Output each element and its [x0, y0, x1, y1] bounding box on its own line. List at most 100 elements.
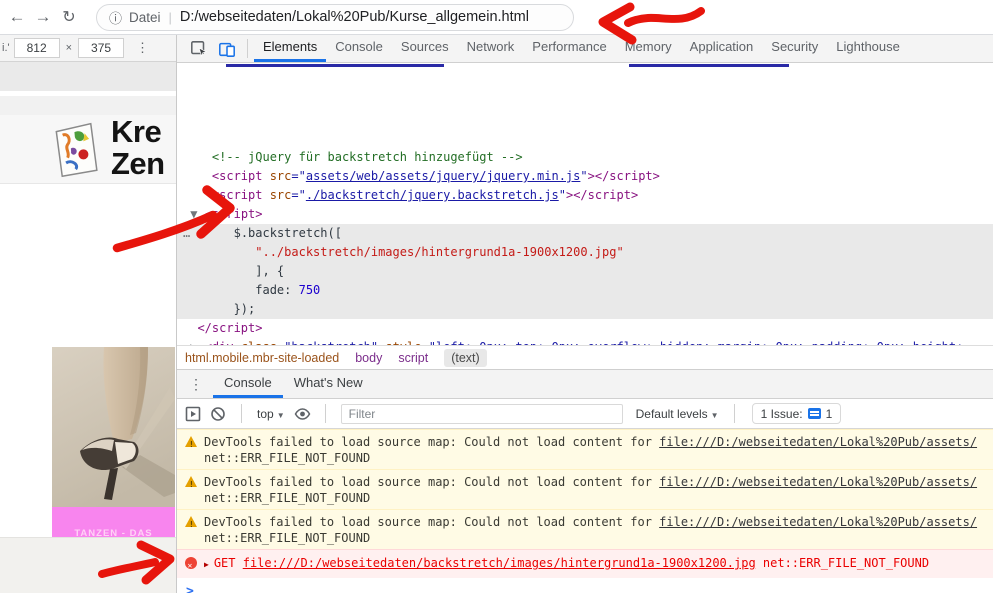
code-token: fade:: [183, 283, 299, 297]
toolbar-separator: [247, 39, 248, 58]
tab-memory[interactable]: Memory: [616, 35, 681, 62]
tab-elements[interactable]: Elements: [254, 35, 326, 62]
log-levels-dropdown[interactable]: Default levels▼: [636, 407, 719, 421]
code-token: <script: [212, 188, 263, 202]
code-token: </script>: [197, 321, 262, 335]
console-tab-what-s-new[interactable]: What's New: [283, 370, 374, 398]
code-token: [183, 188, 212, 202]
breadcrumb-item[interactable]: script: [398, 351, 428, 365]
code-line[interactable]: });: [177, 300, 993, 319]
page-pane: i.' 812 × 375 ⋮ Kre Z: [0, 35, 176, 593]
device-toolbar-menu-icon[interactable]: ⋮: [136, 40, 149, 56]
code-token: [190, 226, 233, 240]
chevron-down-icon: ▼: [711, 411, 719, 420]
clear-console-icon[interactable]: [210, 406, 226, 422]
prompt-chevron-icon: >: [186, 584, 194, 593]
url-divider: |: [169, 10, 172, 25]
code-line[interactable]: </script>: [177, 319, 993, 338]
dance-shoe-photo: [52, 347, 175, 507]
url-scheme-label: Datei: [129, 10, 161, 25]
warning-icon: [185, 476, 197, 487]
error-file-link[interactable]: file:///D:/webseitedaten/backstretch/ima…: [243, 556, 756, 570]
code-token: <!-- jQuery für backstretch hinzugefügt …: [212, 150, 523, 164]
code-token: $.backstretch([: [234, 226, 342, 240]
device-toolbar-toggle-icon[interactable]: [218, 40, 236, 58]
code-line[interactable]: "../backstretch/images/hintergrund1a-190…: [177, 243, 993, 262]
pink-banner: TANZEN - DAS: [52, 507, 175, 537]
device-height-field[interactable]: 375: [78, 38, 124, 58]
issues-button[interactable]: 1 Issue: 1: [752, 403, 842, 424]
page-info-icon[interactable]: ⓘ: [109, 8, 122, 27]
console-menu-icon[interactable]: ⋮: [189, 376, 203, 393]
tab-console[interactable]: Console: [326, 35, 392, 62]
expand-triangle-icon[interactable]: ▶: [204, 560, 209, 569]
elements-panel: <!-- jQuery für backstretch hinzugefügt …: [177, 63, 993, 345]
forward-button[interactable]: →: [30, 7, 56, 27]
tab-security[interactable]: Security: [762, 35, 827, 62]
device-width-field[interactable]: 812: [14, 38, 60, 58]
console-warning-row[interactable]: DevTools failed to load source map: Coul…: [177, 429, 993, 469]
reload-button[interactable]: ↻: [56, 7, 82, 27]
code-token: src: [262, 188, 291, 202]
warning-file-link[interactable]: file:///D:/webseitedaten/Lokal%20Pub/ass…: [659, 475, 977, 489]
inspect-element-icon[interactable]: [190, 40, 208, 58]
warning-file-link[interactable]: file:///D:/webseitedaten/Lokal%20Pub/ass…: [659, 435, 977, 449]
breadcrumb-item[interactable]: html.mobile.mbr-site-loaded: [185, 351, 339, 365]
code-line[interactable]: <!-- jQuery für backstretch hinzugefügt …: [177, 148, 993, 167]
console-tab-bar: ⋮ ConsoleWhat's New: [177, 370, 993, 399]
error-status: net::ERR_FILE_NOT_FOUND: [756, 556, 929, 570]
page-viewport: Kre Zen: [0, 62, 176, 593]
code-token: style: [378, 340, 421, 345]
toolbar-separator: [241, 404, 242, 423]
console-warning-row[interactable]: DevTools failed to load source map: Coul…: [177, 509, 993, 549]
back-button[interactable]: ←: [4, 7, 30, 27]
code-token: "../backstretch/images/hintergrund1a-190…: [255, 245, 623, 259]
breadcrumb-item[interactable]: (text): [444, 349, 486, 367]
resource-link[interactable]: assets/web/assets/jquery/jquery.min.js: [306, 169, 581, 183]
resource-link[interactable]: ./backstretch/jquery.backstretch.js: [306, 188, 559, 202]
code-token: [183, 245, 255, 259]
code-line[interactable]: … $.backstretch([: [177, 224, 993, 243]
banner-text: TANZEN - DAS: [52, 528, 175, 537]
code-line[interactable]: ▶ <div class="backstretch" style="left: …: [177, 338, 993, 345]
code-token: "backstretch": [284, 340, 378, 345]
code-token: </script>: [573, 188, 638, 202]
tab-performance[interactable]: Performance: [523, 35, 615, 62]
site-title: Kre Zen: [111, 116, 165, 180]
tab-sources[interactable]: Sources: [392, 35, 458, 62]
devtools-panel: ElementsConsoleSourcesNetworkPerformance…: [176, 35, 993, 593]
clipped-code-line: [226, 64, 444, 67]
code-token: =": [291, 188, 305, 202]
page-bottom-strip: [0, 537, 176, 593]
breadcrumb-item[interactable]: body: [355, 351, 382, 365]
warning-file-link[interactable]: file:///D:/webseitedaten/Lokal%20Pub/ass…: [659, 515, 977, 529]
screen: ← → ↻ ⓘ Datei | D:/webseitedaten/Lokal%2…: [0, 0, 993, 593]
console-error-row[interactable]: ▶ GET file:///D:/webseitedaten/backstretc…: [177, 549, 993, 578]
chevron-down-icon: ▼: [277, 411, 285, 420]
js-context-selector[interactable]: top▼: [257, 407, 285, 421]
console-sidebar-icon[interactable]: [185, 406, 201, 422]
tab-application[interactable]: Application: [681, 35, 763, 62]
code-line[interactable]: ], {: [177, 262, 993, 281]
code-line[interactable]: <script src="./backstretch/jquery.backst…: [177, 186, 993, 205]
issues-count: 1: [826, 407, 833, 421]
error-method: GET: [214, 556, 243, 570]
console-filter-input[interactable]: [341, 404, 623, 424]
code-line[interactable]: <script src="assets/web/assets/jquery/jq…: [177, 167, 993, 186]
tab-network[interactable]: Network: [458, 35, 524, 62]
warning-error-code: net::ERR_FILE_NOT_FOUND: [204, 450, 985, 466]
warning-error-code: net::ERR_FILE_NOT_FOUND: [204, 530, 985, 546]
code-line[interactable]: ▼ <script>: [177, 205, 993, 224]
console-tab-console[interactable]: Console: [213, 370, 283, 398]
console-warning-row[interactable]: DevTools failed to load source map: Coul…: [177, 469, 993, 509]
code-line[interactable]: fade: 750: [177, 281, 993, 300]
tab-lighthouse[interactable]: Lighthouse: [827, 35, 909, 62]
site-header: Kre Zen: [0, 115, 176, 184]
console-prompt[interactable]: >: [177, 578, 993, 593]
address-bar[interactable]: ⓘ Datei | D:/webseitedaten/Lokal%20Pub/K…: [96, 4, 574, 31]
devtools-tabs: ElementsConsoleSourcesNetworkPerformance…: [254, 35, 909, 62]
live-expression-eye-icon[interactable]: [294, 406, 310, 422]
code-token: <script: [212, 169, 263, 183]
warning-text: DevTools failed to load source map: Coul…: [204, 515, 659, 529]
site-logo: [54, 122, 98, 177]
